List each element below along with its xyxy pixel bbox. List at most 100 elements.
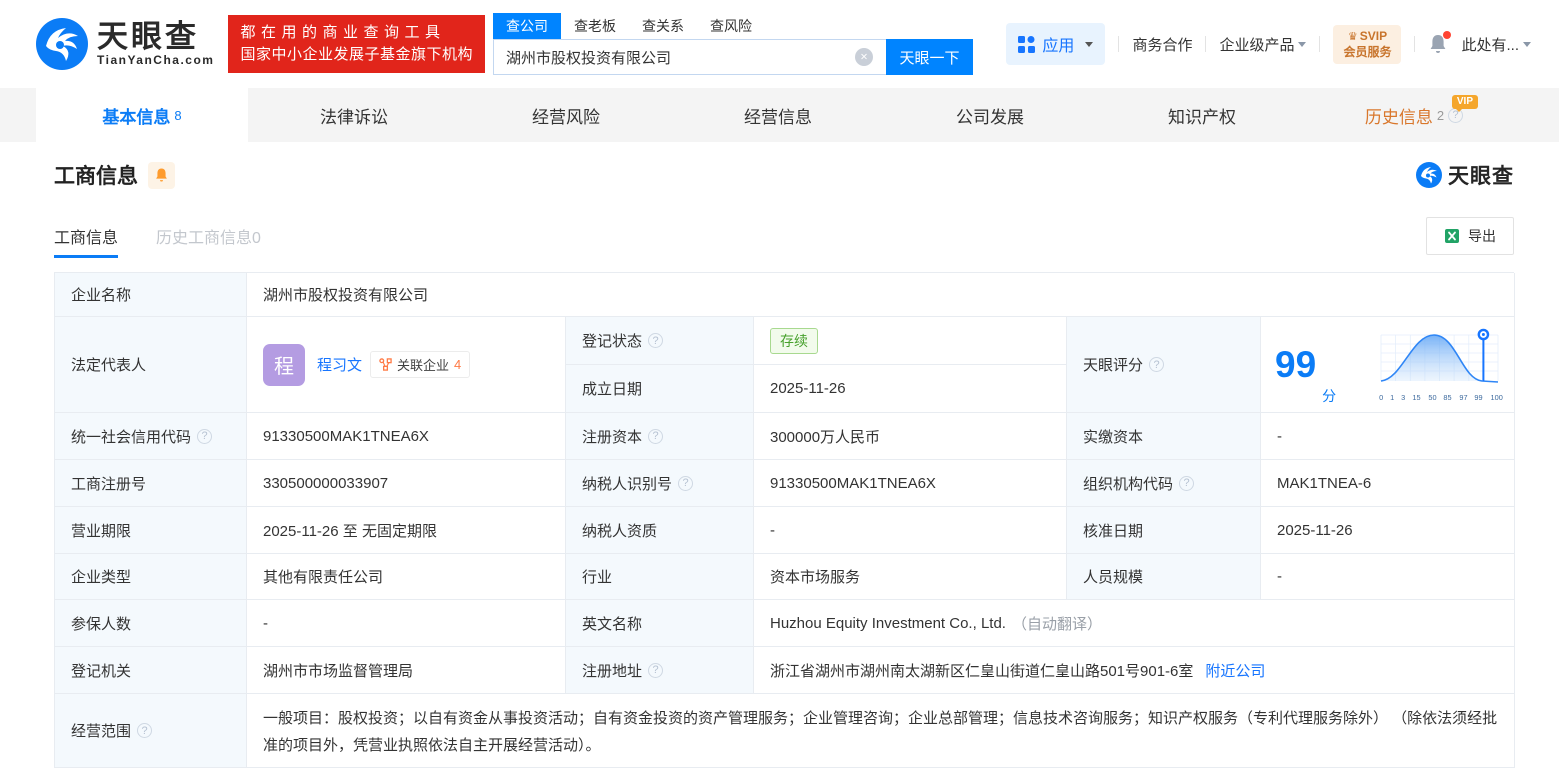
chevron-down-icon [1523,41,1531,47]
nav-cooperation[interactable]: 商务合作 [1132,34,1192,55]
reg-capital-label: 注册资本 [582,428,643,446]
score-label: 天眼评分 [1083,357,1144,374]
subtab-business-info[interactable]: 工商信息 [54,214,119,258]
subtab-history-business-info[interactable]: 历史工商信息0 [156,214,261,258]
search-tab-risk[interactable]: 查风险 [697,13,765,39]
divider [1118,36,1120,52]
related-companies-count: 4 [454,357,462,372]
industry-label: 行业 [566,554,754,600]
scope-label: 经营范围 [71,723,132,740]
tab-company-development[interactable]: 公司发展 [884,88,1096,142]
help-icon[interactable] [648,662,664,678]
english-name-value: Huzhou Equity Investment Co., Ltd. [770,614,1006,632]
app-header: 天眼查 TianYanCha.com 都在用的商业查询工具 国家中小企业发展子基… [0,0,1559,88]
tab-legal[interactable]: 法律诉讼 [248,88,460,142]
score-distribution-chart: 0 1 3 15 50 85 97 99 100 [1376,327,1506,402]
svip-label: SVIP [1359,28,1388,43]
divider [1319,36,1321,52]
credit-code-label-cell: 统一社会信用代码 [55,413,247,460]
taxpayer-quality-label: 纳税人资质 [566,507,754,554]
company-type-label: 企业类型 [55,554,247,600]
export-button[interactable]: 导出 [1426,217,1514,255]
legal-rep-name-link[interactable]: 程习文 [317,354,362,375]
help-icon[interactable] [1179,475,1195,491]
approval-date-value: 2025-11-26 [1261,507,1515,554]
help-icon[interactable] [197,428,213,444]
search-tab-company[interactable]: 查公司 [493,13,561,39]
legal-rep-avatar[interactable]: 程 [263,343,305,386]
banner-slogan-2: 国家中小企业发展子基金旗下机构 [240,46,473,63]
reg-capital-value: 300000万人民币 [754,413,1067,460]
help-icon[interactable] [678,475,694,491]
clear-search-icon[interactable] [855,48,873,66]
tab-basic-count: 8 [174,107,182,123]
score-value: 99 [1275,344,1317,385]
reg-capital-label-cell: 注册资本 [566,413,754,460]
reg-number-label: 工商注册号 [55,460,247,507]
org-code-value: MAK1TNEA-6 [1261,460,1515,507]
founded-value: 2025-11-26 [754,365,1067,413]
tab-ip-label: 知识产权 [1168,107,1236,127]
brand-domain: TianYanCha.com [97,53,215,67]
apps-menu[interactable]: 应用 [1006,23,1106,65]
auto-translate-note: （自动翻译） [1011,615,1102,633]
help-icon[interactable] [648,333,664,348]
nearby-companies-link[interactable]: 附近公司 [1205,660,1265,681]
tianyancha-logo-icon [1416,162,1442,188]
insured-label: 参保人数 [55,600,247,647]
related-companies-badge[interactable]: 关联企业 4 [370,351,471,378]
tianyancha-logo[interactable]: 天眼查 TianYanCha.com [36,18,214,70]
search-input[interactable] [493,39,886,75]
approval-date-label: 核准日期 [1067,507,1261,554]
registry-value: 湖州市市场监督管理局 [247,647,566,694]
tab-operating-risk[interactable]: 经营风险 [460,88,672,142]
promo-banner: 都在用的商业查询工具 国家中小企业发展子基金旗下机构 [228,15,485,73]
main-content: 工商信息 天眼查 工商信息 历史工商信息0 导出 企业名称 湖州市股权投资有限公… [0,142,1559,768]
legal-rep-cell: 程 程习文 关联企业 4 [247,317,566,413]
company-nav-tabs: 基本信息 8 法律诉讼 经营风险 经营信息 公司发展 知识产权 VIP 历史信息… [0,88,1559,142]
vip-badge: VIP [1451,95,1478,112]
industry-value: 资本市场服务 [754,554,1067,600]
address-label: 注册地址 [582,662,643,680]
founded-label: 成立日期 [566,365,754,413]
svip-member-button[interactable]: ♛ SVIP 会员服务 [1333,24,1402,64]
registry-label: 登记机关 [55,647,247,694]
tab-operating-info[interactable]: 经营信息 [672,88,884,142]
credit-code-value: 91330500MAK1TNEA6X [247,413,566,460]
tab-legal-label: 法律诉讼 [320,107,388,127]
user-menu-label: 此处有... [1461,36,1519,54]
tab-basic-info[interactable]: 基本信息 8 [36,88,248,142]
search-tab-boss[interactable]: 查老板 [561,13,629,39]
term-label: 营业期限 [55,507,247,554]
tab-history-count: 2 [1436,107,1445,123]
legal-rep-label: 法定代表人 [55,317,247,413]
help-icon[interactable] [137,723,153,738]
scope-value: 一般项目：股权投资；以自有资金从事投资活动；自有资金投资的资产管理服务；企业管理… [247,694,1515,768]
business-info-table: 企业名称 湖州市股权投资有限公司 法定代表人 程 程习文 关联企业 4 登记状态… [54,272,1515,768]
help-icon[interactable] [1149,357,1165,372]
score-unit: 分 [1322,388,1337,404]
section-header: 工商信息 天眼查 [54,160,1514,190]
insured-value: - [247,600,566,647]
nav-enterprise-products[interactable]: 企业级产品 [1219,34,1307,55]
search-button[interactable]: 天眼一下 [886,39,973,75]
help-icon[interactable] [648,428,664,444]
top-nav: 应用 商务合作 企业级产品 ♛ SVIP 会员服务 此处有... [1006,23,1531,65]
org-code-label-cell: 组织机构代码 [1067,460,1261,507]
org-chart-icon [379,358,392,371]
address-label-cell: 注册地址 [566,647,754,694]
taxpayer-id-label-cell: 纳税人识别号 [566,460,754,507]
status-label: 登记状态 [582,333,643,350]
search-tab-relation[interactable]: 查关系 [629,13,697,39]
address-cell: 浙江省湖州市湖州南太湖新区仁皇山街道仁皇山路501号901-6室 附近公司 [754,647,1515,694]
chevron-down-icon [1085,41,1094,47]
tab-history-info[interactable]: VIP 历史信息 2 [1308,88,1520,142]
user-menu[interactable]: 此处有... [1461,34,1531,55]
search-row: 天眼一下 [493,39,973,75]
notifications-bell[interactable] [1428,31,1452,55]
term-value: 2025-11-26 至 无固定期限 [247,507,566,554]
tab-intellectual-property[interactable]: 知识产权 [1096,88,1308,142]
svip-sublabel: 会员服务 [1343,44,1392,59]
monitor-bell-button[interactable] [148,161,175,189]
excel-icon [1445,229,1459,243]
